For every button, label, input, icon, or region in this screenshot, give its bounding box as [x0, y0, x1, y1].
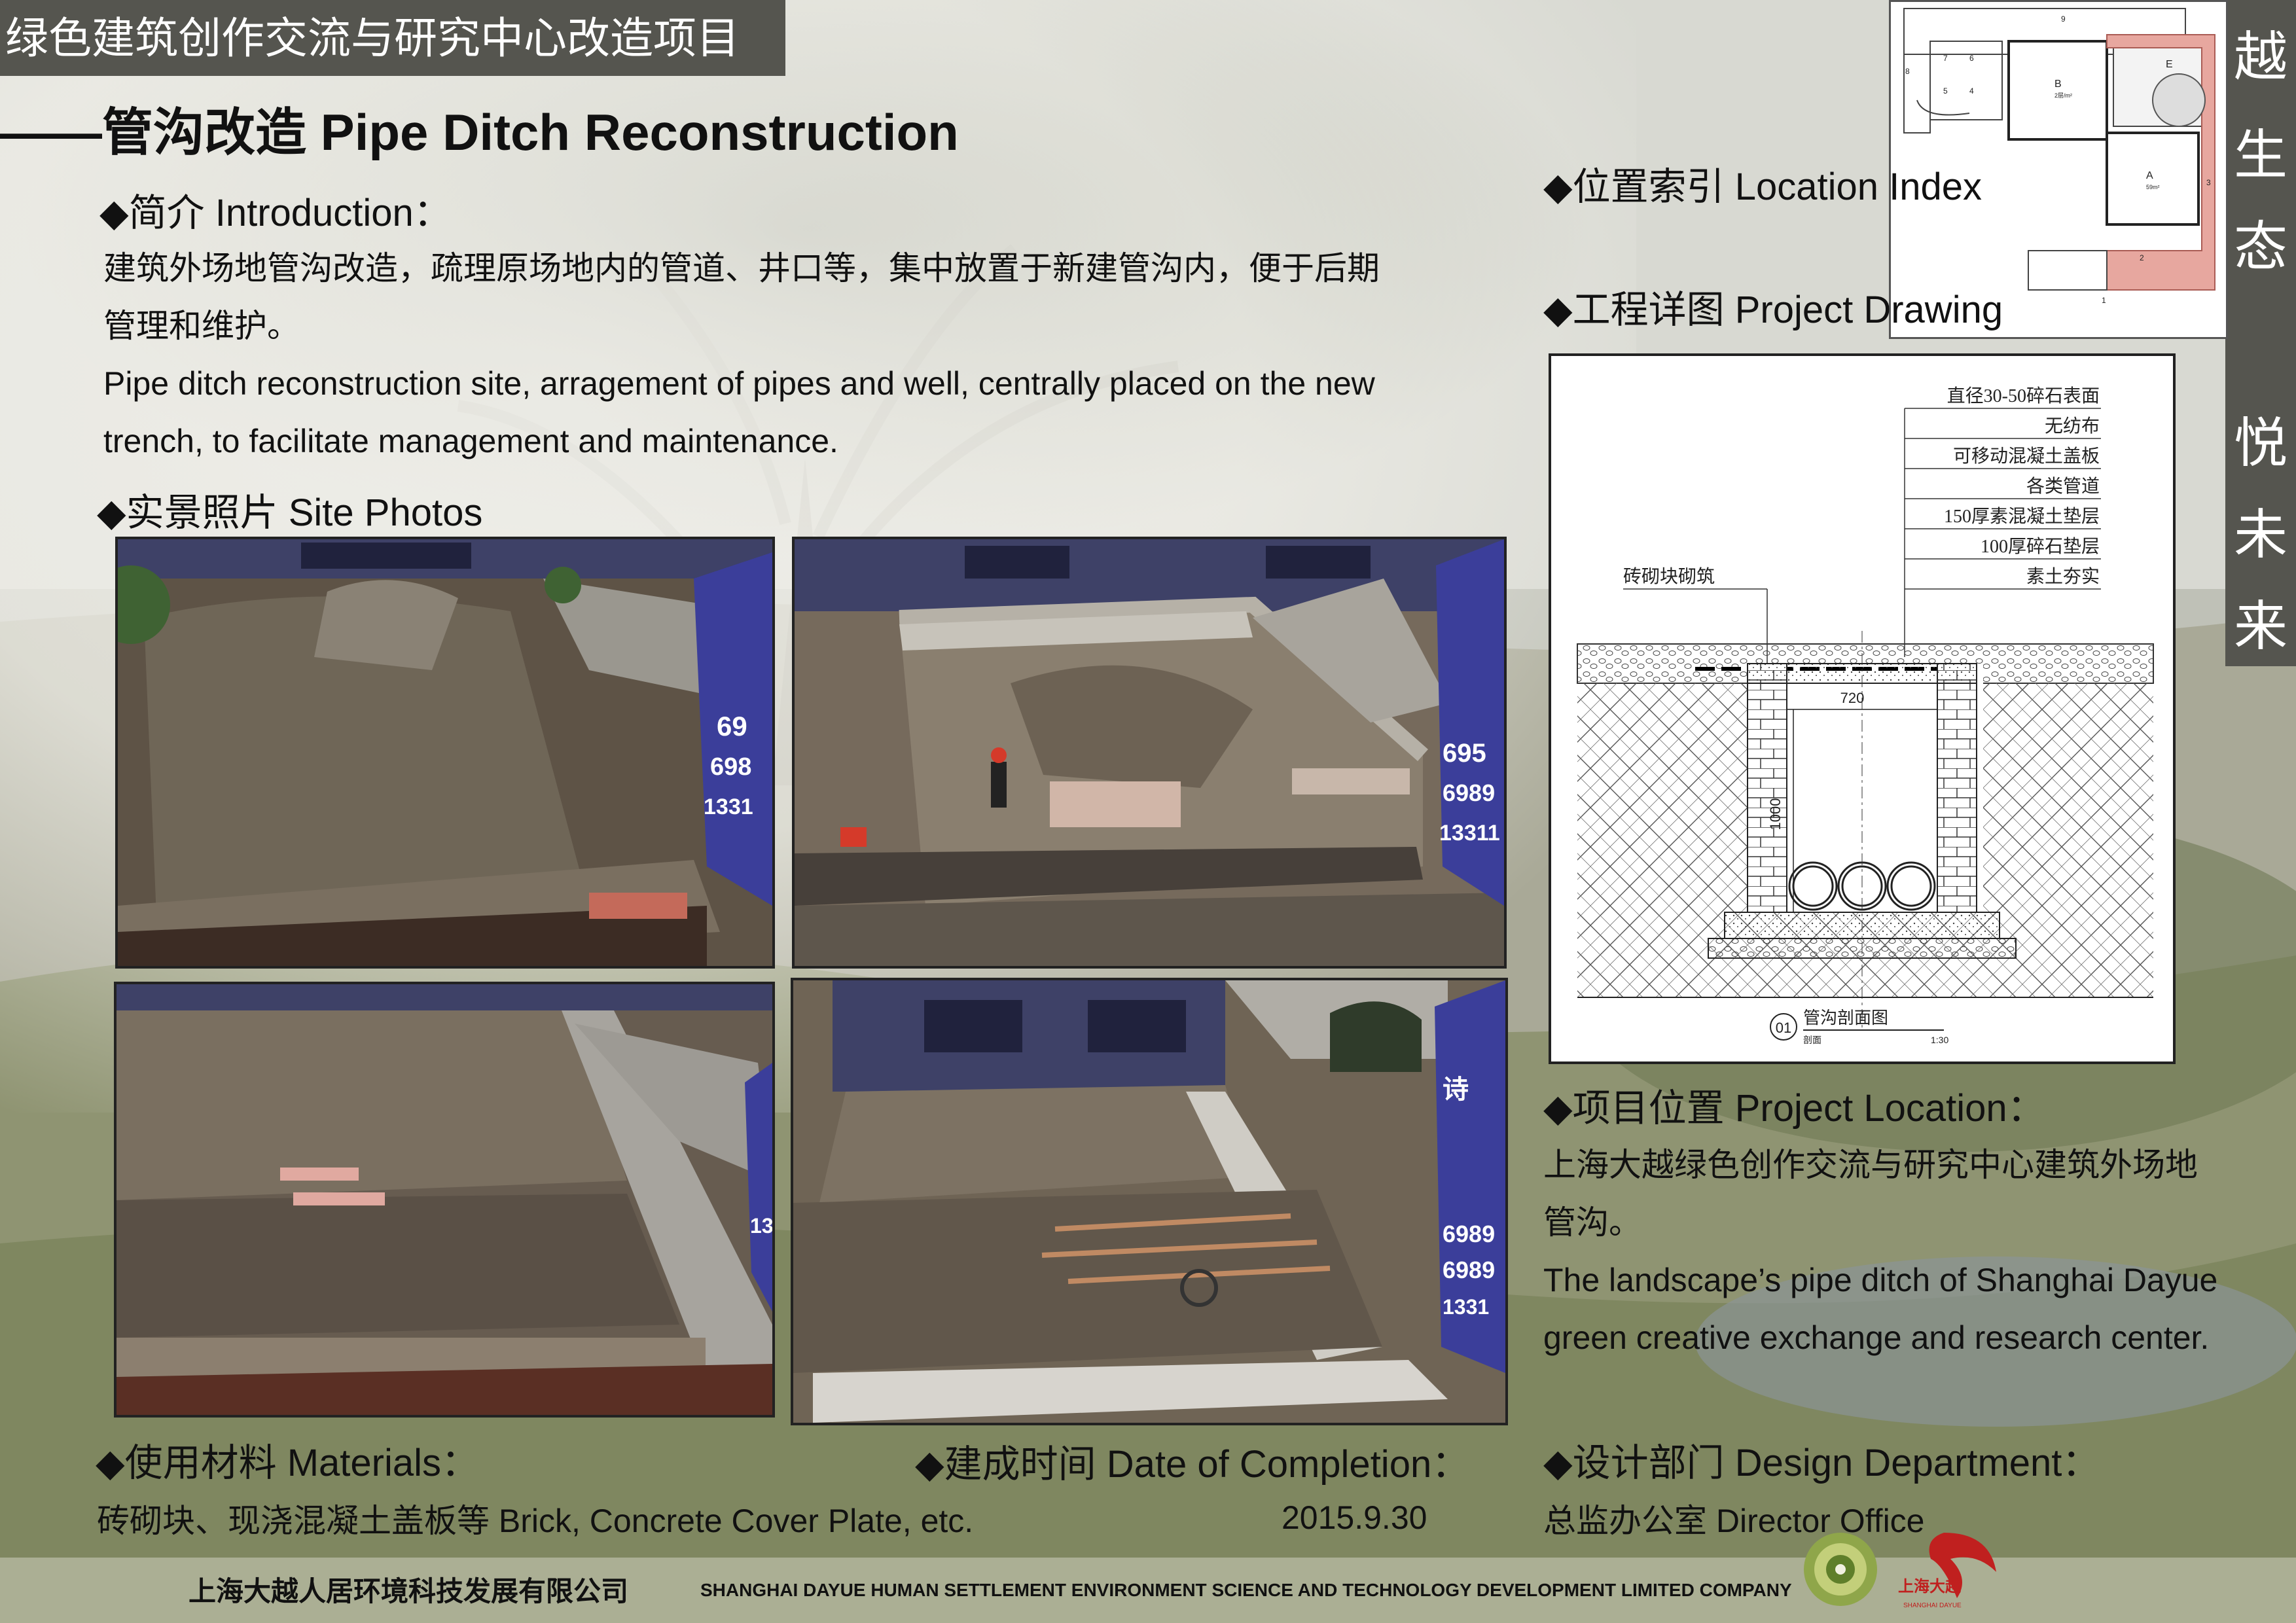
- introduction-text: 建筑外场地管沟改造，疏理原场地内的管道、井口等，集中放置于新建管沟内，便于后期 …: [103, 240, 1478, 470]
- footer-company-cn: 上海大越人居环境科技发展有限公司: [188, 1576, 629, 1607]
- section-title: ——管沟改造 Pipe Ditch Reconstruction: [0, 103, 959, 161]
- slogan-band: 越 生 态 悦 未 来: [2225, 0, 2296, 666]
- drawing-dim-width: 720: [1840, 690, 1865, 706]
- drawing-layer-3: 可移动混凝土盖板: [1953, 446, 2100, 467]
- drawing-caption-sub: 剖面: [1803, 1035, 1821, 1045]
- slogan-char-2: 生: [2233, 126, 2287, 185]
- location-index-heading: ◆位置索引 Location Index: [1543, 166, 1982, 208]
- drawing-layer-4: 各类管道: [2026, 476, 2100, 497]
- drawing-layer-5: 150厚素混凝土垫层: [1944, 506, 2100, 527]
- plan-label-5: 5: [1943, 86, 1948, 96]
- materials-heading: ◆使用材料 Materials：: [96, 1442, 480, 1484]
- photo-4-sign-text-d: 1331: [1443, 1295, 1489, 1319]
- introduction-heading: ◆简介 Introduction：: [99, 192, 452, 234]
- project-location-text-cn-2: 管沟。: [1543, 1204, 1641, 1241]
- project-location-text-en-2: green creative exchange and research cen…: [1543, 1319, 2210, 1356]
- project-location-text-cn-1: 上海大越绿色创作交流与研究中心建筑外场地: [1543, 1147, 2198, 1183]
- site-photo-1: 69 698 1331: [115, 537, 775, 969]
- drawing-layer-7: 素土夯实: [2026, 566, 2100, 587]
- plan-label-6: 6: [1969, 54, 1974, 63]
- photo-4-sign-text-b: 6989: [1443, 1221, 1495, 1247]
- drawing-layer-2: 无纺布: [2045, 416, 2100, 437]
- dayue-logo-text-en: SHANGHAI DAYUE: [1903, 1602, 1962, 1609]
- slogan-char-3: 态: [2233, 217, 2287, 277]
- project-drawing-heading: ◆工程详图 Project Drawing: [1543, 289, 2003, 331]
- introduction-text-en-1: Pipe ditch reconstruction site, arrageme…: [103, 365, 1375, 402]
- photo-3-sign-text: 13: [750, 1214, 772, 1238]
- project-title: 绿色建筑创作交流与研究中心改造项目: [0, 0, 785, 76]
- dayue-logo: 上海大越 SHANGHAI DAYUE: [1898, 1533, 1996, 1609]
- slogan-char-5: 未: [2233, 505, 2287, 565]
- site-photos-heading: ◆实景照片 Site Photos: [97, 491, 483, 534]
- materials-text: 砖砌块、现浇混凝土盖板等 Brick, Concrete Cover Plate…: [97, 1503, 974, 1539]
- project-location-text: 上海大越绿色创作交流与研究中心建筑外场地 管沟。 The landscape’s…: [1543, 1136, 2263, 1366]
- photo-4-sign-text-c: 6989: [1443, 1257, 1495, 1283]
- photo-4-sign-text-a: 诗: [1443, 1075, 1469, 1104]
- photo-1-sign-text-b: 698: [710, 753, 751, 781]
- footer-company-en: SHANGHAI DAYUE HUMAN SETTLEMENT ENVIRONM…: [700, 1580, 1792, 1600]
- plan-label-8: 8: [1905, 67, 1910, 76]
- plan-label-7: 7: [1943, 54, 1948, 63]
- slogan-char-6: 来: [2233, 597, 2287, 656]
- drawing-caption-number: 01: [1776, 1020, 1791, 1036]
- plan-room-a-area: 59m²: [2146, 184, 2160, 190]
- photo-1-sign-text-c: 1331: [704, 794, 753, 819]
- site-photo-2: 695 6989 13311: [792, 537, 1507, 969]
- project-location-heading: ◆项目位置 Project Location：: [1543, 1087, 2045, 1130]
- plan-label-3: 3: [2206, 178, 2211, 187]
- plan-room-b: B: [2054, 79, 2062, 90]
- slogan-char-4: 悦: [2233, 414, 2287, 473]
- slogan-char-1: 越: [2233, 27, 2287, 87]
- introduction-text-cn-1: 建筑外场地管沟改造，疏理原场地内的管道、井口等，集中放置于新建管沟内，便于后期: [103, 250, 1380, 287]
- drawing-layer-6: 100厚碎石垫层: [1981, 536, 2100, 557]
- completion-heading: ◆建成时间 Date of Completion：: [915, 1443, 1470, 1486]
- green-leaf-logo: [1804, 1533, 1877, 1606]
- drawing-brick-label: 砖砌块砌筑: [1623, 566, 1715, 587]
- plan-label-2: 2: [2140, 253, 2144, 262]
- drawing-dim-height: 1000: [1767, 798, 1784, 830]
- introduction-text-en-2: trench, to facilitate management and mai…: [103, 423, 838, 459]
- plan-room-a: A: [2146, 170, 2153, 181]
- site-photo-3: 13: [114, 982, 775, 1418]
- drawing-layer-1: 直径30-50碎石表面: [1947, 385, 2100, 406]
- photo-2-sign-text-c: 13311: [1439, 821, 1500, 846]
- dayue-logo-text-cn: 上海大越: [1898, 1577, 1962, 1596]
- project-location-text-en-1: The landscape’s pipe ditch of Shanghai D…: [1543, 1262, 2218, 1298]
- plan-label-1: 1: [2102, 296, 2106, 305]
- photo-1-sign-text-a: 69: [717, 711, 747, 741]
- introduction-text-cn-2: 管理和维护。: [103, 308, 300, 344]
- drawing-caption-title: 管沟剖面图: [1803, 1008, 1888, 1027]
- completion-date: 2015.9.30: [1282, 1499, 1427, 1536]
- design-department-heading: ◆设计部门 Design Department：: [1543, 1442, 2100, 1484]
- plan-label-4: 4: [1969, 86, 1974, 96]
- plan-room-b-area: 2层/m²: [2054, 92, 2072, 99]
- plan-label-9: 9: [2061, 14, 2066, 24]
- project-drawing: 直径30-50碎石表面 无纺布 可移动混凝土盖板 各类管道 150厚素混凝土垫层…: [1549, 353, 2176, 1064]
- site-photo-4: 诗 6989 6989 1331: [791, 978, 1508, 1425]
- photo-2-sign-text-b: 6989: [1443, 779, 1495, 806]
- photo-2-sign-text-a: 695: [1443, 739, 1486, 768]
- plan-room-e: E: [2166, 59, 2173, 70]
- drawing-caption-scale: 1:30: [1931, 1035, 1948, 1045]
